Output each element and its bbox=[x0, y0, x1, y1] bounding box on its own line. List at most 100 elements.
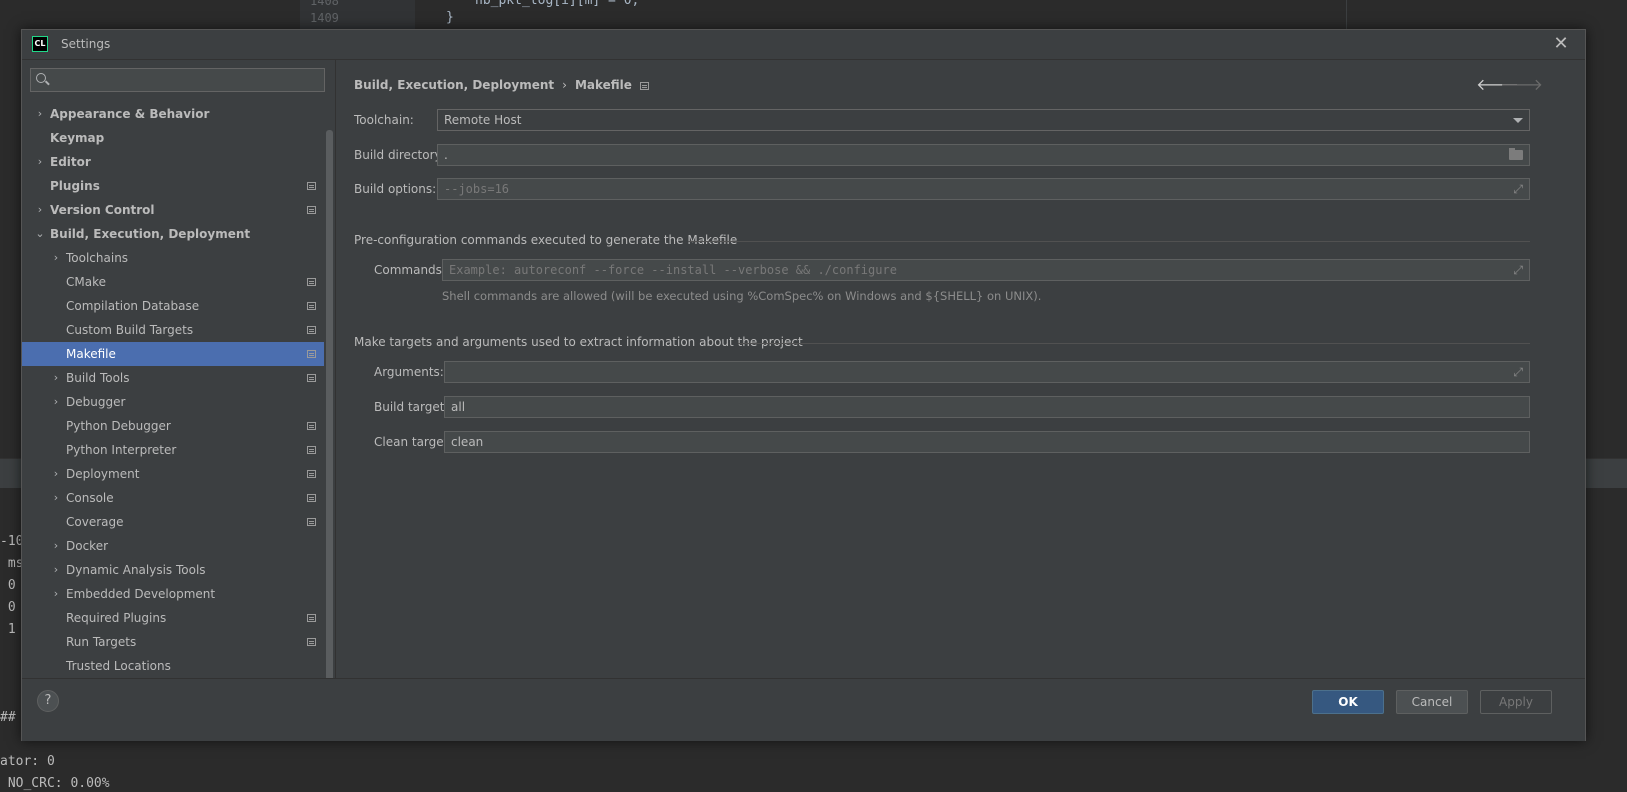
close-icon[interactable]: ✕ bbox=[1551, 34, 1571, 54]
dialog-titlebar: CL Settings ✕ bbox=[22, 30, 1585, 60]
sidebar-item[interactable]: Plugins bbox=[22, 174, 324, 198]
build-options-placeholder: --jobs=16 bbox=[444, 182, 510, 196]
sidebar-item[interactable]: Run Targets bbox=[22, 630, 324, 654]
chevron-right-icon[interactable]: › bbox=[34, 150, 46, 174]
sidebar-item-label: Build, Execution, Deployment bbox=[50, 227, 251, 241]
project-level-icon bbox=[307, 470, 316, 478]
sidebar-item[interactable]: Coverage bbox=[22, 510, 324, 534]
chevron-right-icon[interactable]: › bbox=[50, 246, 62, 270]
apply-button[interactable]: Apply bbox=[1480, 690, 1552, 714]
sidebar-item[interactable]: Custom Build Targets bbox=[22, 318, 324, 342]
sidebar-item[interactable]: › Debugger bbox=[22, 390, 324, 414]
settings-sidebar: › Appearance & Behavior Keymap › Editor Plugi… bbox=[22, 60, 336, 725]
background-line-number: 1408 bbox=[310, 0, 339, 8]
background-editor bbox=[300, 0, 1347, 30]
sidebar-item-label: Debugger bbox=[66, 395, 126, 409]
build-target-label: Build target: bbox=[374, 400, 449, 414]
chevron-down-icon[interactable]: ⌄ bbox=[34, 222, 46, 246]
sidebar-item[interactable]: › Appearance & Behavior bbox=[22, 102, 324, 126]
settings-tree: › Appearance & Behavior Keymap › Editor Plugi… bbox=[22, 102, 324, 702]
forward-arrow-icon[interactable]: 🡒 bbox=[1500, 74, 1543, 94]
sidebar-item-label: CMake bbox=[66, 275, 106, 289]
sidebar-item[interactable]: › Editor bbox=[22, 150, 324, 174]
build-directory-field[interactable]: . bbox=[437, 144, 1530, 166]
preconfig-section-title: Pre-configuration commands executed to g… bbox=[354, 233, 738, 247]
build-options-field[interactable]: --jobs=16 ⤢ bbox=[437, 178, 1530, 200]
build-directory-label: Build directory: bbox=[354, 148, 445, 162]
sidebar-item[interactable]: Python Debugger bbox=[22, 414, 324, 438]
toolchain-dropdown[interactable]: Remote Host bbox=[437, 109, 1530, 131]
help-button[interactable]: ? bbox=[37, 690, 59, 712]
sidebar-item[interactable]: › Console bbox=[22, 486, 324, 510]
build-directory-value: . bbox=[444, 148, 448, 162]
dialog-footer: ? OK Cancel Apply bbox=[22, 678, 1585, 741]
sidebar-item-label: Run Targets bbox=[66, 635, 137, 649]
console-line: NO_CRC: 0.00% bbox=[0, 776, 110, 791]
arguments-field[interactable]: ⤢ bbox=[444, 361, 1530, 383]
build-target-field[interactable]: all bbox=[444, 396, 1530, 418]
commands-hint: Shell commands are allowed (will be exec… bbox=[442, 289, 1042, 303]
sidebar-item[interactable]: Trusted Locations bbox=[22, 654, 324, 678]
sidebar-item[interactable]: Compilation Database bbox=[22, 294, 324, 318]
sidebar-item[interactable]: CMake bbox=[22, 270, 324, 294]
sidebar-item-label: Version Control bbox=[50, 203, 155, 217]
sidebar-item[interactable]: › Deployment bbox=[22, 462, 324, 486]
settings-search-input[interactable] bbox=[57, 71, 321, 91]
project-level-icon bbox=[307, 518, 316, 526]
chevron-right-icon[interactable]: › bbox=[50, 486, 62, 510]
chevron-right-icon[interactable]: › bbox=[50, 558, 62, 582]
sidebar-item-label: Required Plugins bbox=[66, 611, 167, 625]
commands-field[interactable]: Example: autoreconf --force --install --… bbox=[442, 259, 1530, 281]
targets-section-title: Make targets and arguments used to extra… bbox=[354, 335, 803, 349]
chevron-right-icon[interactable]: › bbox=[50, 534, 62, 558]
sidebar-item[interactable]: › Docker bbox=[22, 534, 324, 558]
expand-icon[interactable]: ⤢ bbox=[1513, 263, 1523, 277]
project-level-icon bbox=[307, 638, 316, 646]
chevron-right-icon[interactable]: › bbox=[50, 582, 62, 606]
ok-button[interactable]: OK bbox=[1312, 690, 1384, 714]
sidebar-item[interactable]: ⌄ Build, Execution, Deployment bbox=[22, 222, 324, 246]
sidebar-item[interactable]: Makefile bbox=[22, 342, 324, 366]
sidebar-item[interactable]: Keymap bbox=[22, 126, 324, 150]
sidebar-scrollbar[interactable] bbox=[326, 130, 333, 682]
search-icon bbox=[36, 73, 46, 83]
chevron-right-icon[interactable]: › bbox=[50, 462, 62, 486]
chevron-right-icon[interactable]: › bbox=[34, 102, 46, 126]
clean-target-field[interactable]: clean bbox=[444, 431, 1530, 453]
project-level-icon bbox=[307, 374, 316, 382]
sidebar-item[interactable]: › Embedded Development bbox=[22, 582, 324, 606]
console-line: ator: 0 bbox=[0, 754, 55, 769]
cancel-button[interactable]: Cancel bbox=[1396, 690, 1468, 714]
sidebar-item-label: Python Debugger bbox=[66, 419, 171, 433]
folder-icon[interactable] bbox=[1509, 148, 1523, 160]
sidebar-item-label: Console bbox=[66, 491, 114, 505]
sidebar-item[interactable]: Python Interpreter bbox=[22, 438, 324, 462]
sidebar-item[interactable]: › Version Control bbox=[22, 198, 324, 222]
sidebar-item-label: Build Tools bbox=[66, 371, 130, 385]
project-level-icon bbox=[307, 350, 316, 358]
sidebar-item-label: Dynamic Analysis Tools bbox=[66, 563, 206, 577]
commands-label: Commands: bbox=[374, 263, 446, 277]
expand-icon[interactable]: ⤢ bbox=[1513, 365, 1523, 379]
expand-icon[interactable]: ⤢ bbox=[1513, 182, 1523, 196]
sidebar-item[interactable]: › Build Tools bbox=[22, 366, 324, 390]
sidebar-item-label: Compilation Database bbox=[66, 299, 200, 313]
sidebar-item-label: Keymap bbox=[50, 131, 105, 145]
settings-search-box[interactable] bbox=[30, 68, 325, 92]
breadcrumb-parent[interactable]: Build, Execution, Deployment bbox=[354, 78, 554, 92]
build-options-label: Build options: bbox=[354, 182, 437, 196]
chevron-right-icon[interactable]: › bbox=[50, 390, 62, 414]
sidebar-item-label: Trusted Locations bbox=[66, 659, 171, 673]
console-line: 0 bbox=[0, 600, 16, 615]
background-code-line: nb_pkt_log[i][m] = 0; bbox=[475, 0, 640, 8]
console-line: -10 bbox=[0, 534, 24, 549]
sidebar-item[interactable]: › Toolchains bbox=[22, 246, 324, 270]
chevron-right-icon[interactable]: › bbox=[34, 198, 46, 222]
sidebar-item[interactable]: Required Plugins bbox=[22, 606, 324, 630]
arguments-label: Arguments: bbox=[374, 365, 444, 379]
sidebar-item[interactable]: › Dynamic Analysis Tools bbox=[22, 558, 324, 582]
breadcrumb-separator: › bbox=[562, 78, 567, 92]
clean-target-label: Clean target: bbox=[374, 435, 453, 449]
sidebar-item-label: Coverage bbox=[66, 515, 124, 529]
chevron-right-icon[interactable]: › bbox=[50, 366, 62, 390]
